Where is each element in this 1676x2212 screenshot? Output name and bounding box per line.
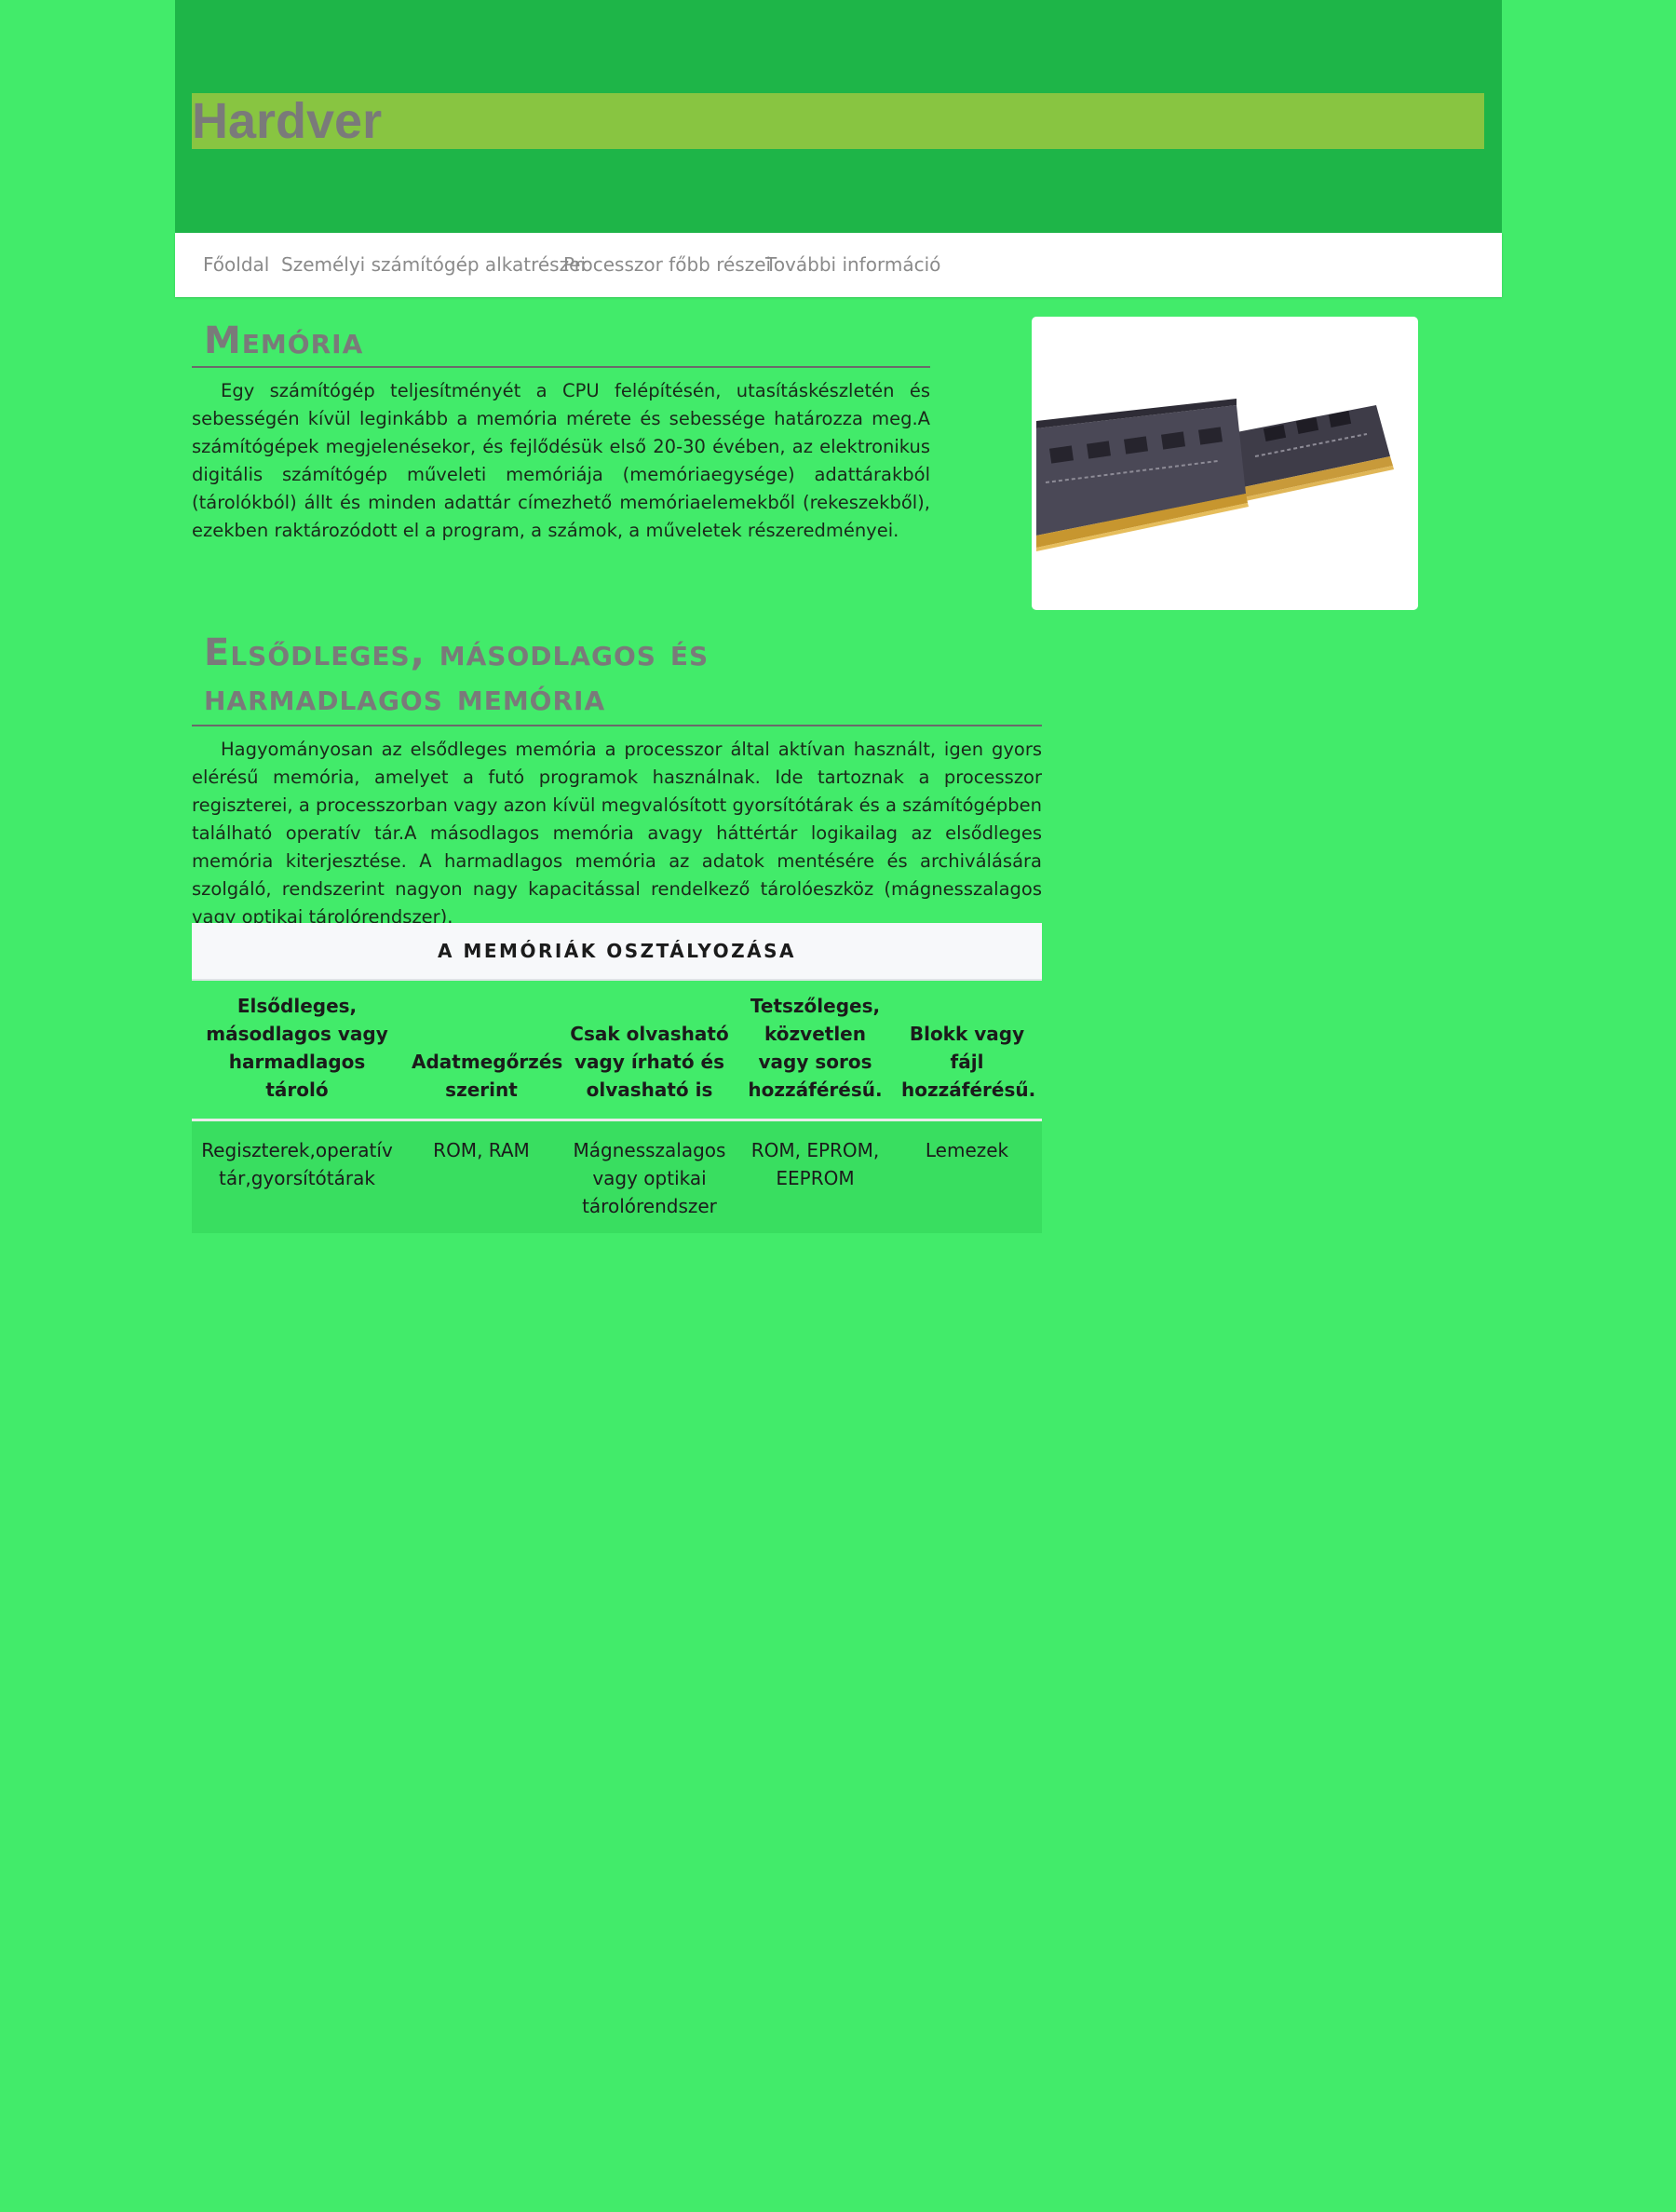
table-caption: A memóriák osztályozása: [192, 923, 1042, 981]
table-header-cell: Tetszőleges, közvetlen vagy soros hozzáf…: [738, 981, 892, 1121]
nav-link-more-info[interactable]: További információ: [765, 233, 940, 297]
main-navbar: Főoldal Személyi számítógép alkatrészei …: [175, 233, 1502, 297]
ram-module-icon: [1036, 399, 1394, 551]
nav-link-pc-components[interactable]: Személyi számítógép alkatrészei: [281, 233, 586, 297]
table-row: Regiszterek,operatív tár,gyorsítótárak R…: [192, 1120, 1042, 1233]
section-divider: [192, 366, 930, 368]
table-header-row: Elsődleges, másodlagos vagy harmadlagos …: [192, 981, 1042, 1121]
nav-link-processor-parts[interactable]: Processzor főbb részei: [563, 233, 771, 297]
table-header-cell: Csak olvasható vagy írható és olvasható …: [561, 981, 738, 1121]
table-header-cell: Blokk vagy fájl hozzáférésű.: [892, 981, 1042, 1121]
table-caption-text: A memóriák osztályozása: [438, 940, 796, 962]
section-paragraph-memory: Egy számítógép teljesítményét a CPU felé…: [192, 380, 930, 541]
table-cell: ROM, EPROM, EEPROM: [738, 1120, 892, 1233]
nav-link-home[interactable]: Főoldal: [203, 233, 269, 297]
table-cell: ROM, RAM: [402, 1120, 561, 1233]
memory-classification-table: A memóriák osztályozása Elsődleges, máso…: [192, 923, 1042, 1233]
section-title-memory-levels: Elsődleges, másodlagos és harmadlagos me…: [204, 631, 710, 719]
site-title: Hardver: [192, 93, 1484, 149]
table-header-cell: Elsődleges, másodlagos vagy harmadlagos …: [192, 981, 402, 1121]
table-cell: Regiszterek,operatív tár,gyorsítótárak: [192, 1120, 402, 1233]
section-divider: [192, 725, 1042, 726]
section-title-memory: Memória: [204, 319, 364, 362]
table: Elsődleges, másodlagos vagy harmadlagos …: [192, 981, 1042, 1233]
ram-module-image: [1032, 317, 1418, 610]
table-cell: Lemezek: [892, 1120, 1042, 1233]
table-header-cell: Adatmegőrzés szerint: [402, 981, 562, 1121]
section-paragraph-memory-levels: Hagyományosan az elsődleges memória a pr…: [192, 739, 1042, 928]
table-cell: Mágnesszalagos vagy optikai tárolórendsz…: [561, 1120, 738, 1233]
site-header: Hardver: [175, 0, 1502, 233]
